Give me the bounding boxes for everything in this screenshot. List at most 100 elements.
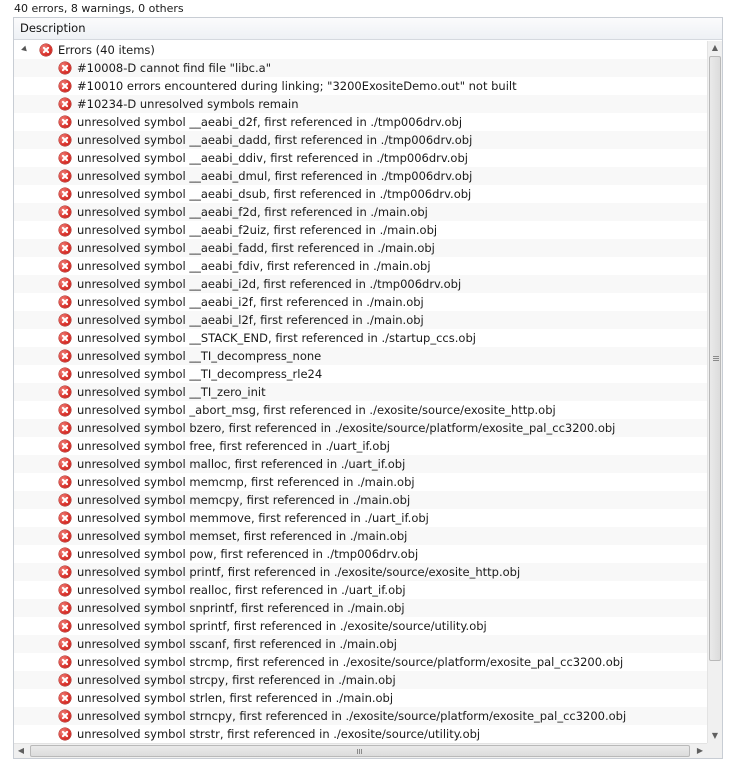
scroll-up-arrow-icon[interactable]: ▲ [708, 41, 722, 55]
error-icon [59, 224, 71, 236]
horizontal-scrollbar[interactable]: ◀ ▶ [14, 743, 707, 758]
table-row[interactable]: unresolved symbol _abort_msg, first refe… [14, 401, 707, 419]
error-icon [59, 368, 71, 380]
table-row[interactable]: unresolved symbol __aeabi_dmul, first re… [14, 167, 707, 185]
table-row[interactable]: unresolved symbol malloc, first referenc… [14, 455, 707, 473]
table-row[interactable]: unresolved symbol __TI_zero_init [14, 383, 707, 401]
row-description: unresolved symbol sscanf, first referenc… [77, 637, 397, 651]
table-row[interactable]: unresolved symbol __aeabi_dadd, first re… [14, 131, 707, 149]
scrollbar-corner [707, 743, 722, 758]
scroll-down-arrow-icon[interactable]: ▼ [708, 729, 722, 743]
row-description: unresolved symbol strcpy, first referenc… [77, 673, 396, 687]
error-icon [59, 404, 71, 416]
table-row[interactable]: unresolved symbol strstr, first referenc… [14, 725, 707, 743]
table-row[interactable]: unresolved symbol strcmp, first referenc… [14, 653, 707, 671]
table-row[interactable]: unresolved symbol __STACK_END, first ref… [14, 329, 707, 347]
table-row[interactable]: unresolved symbol sscanf, first referenc… [14, 635, 707, 653]
error-icon [59, 656, 71, 668]
problems-table: Description Errors (40 items) #10008-D c… [13, 17, 723, 759]
table-row[interactable]: unresolved symbol __aeabi_ddiv, first re… [14, 149, 707, 167]
expand-collapse-icon[interactable] [21, 45, 29, 54]
error-icon [59, 512, 71, 524]
table-row[interactable]: unresolved symbol __TI_decompress_rle24 [14, 365, 707, 383]
table-row[interactable]: unresolved symbol memcpy, first referenc… [14, 491, 707, 509]
row-description: unresolved symbol pow, first referenced … [77, 547, 419, 561]
scroll-right-arrow-icon[interactable]: ▶ [693, 744, 707, 758]
error-icon [59, 116, 71, 128]
row-description: #10234-D unresolved symbols remain [77, 97, 299, 111]
row-description: unresolved symbol __aeabi_l2f, first ref… [77, 313, 424, 327]
table-row[interactable]: unresolved symbol sprintf, first referen… [14, 617, 707, 635]
row-description: unresolved symbol memcpy, first referenc… [77, 493, 411, 507]
table-row[interactable]: unresolved symbol __aeabi_f2uiz, first r… [14, 221, 707, 239]
table-row[interactable]: unresolved symbol pow, first referenced … [14, 545, 707, 563]
row-description: #10008-D cannot find file "libc.a" [77, 61, 271, 75]
tree-group-errors[interactable]: Errors (40 items) [14, 41, 707, 59]
table-row[interactable]: unresolved symbol __aeabi_f2d, first ref… [14, 203, 707, 221]
table-body: Errors (40 items) #10008-D cannot find f… [14, 41, 707, 743]
error-icon [59, 692, 71, 704]
error-icon [59, 494, 71, 506]
horizontal-scroll-thumb[interactable] [30, 745, 690, 757]
grip-icon [357, 749, 358, 754]
scroll-left-arrow-icon[interactable]: ◀ [14, 744, 28, 758]
row-description: unresolved symbol sprintf, first referen… [77, 619, 487, 633]
table-row[interactable]: unresolved symbol __aeabi_l2f, first ref… [14, 311, 707, 329]
table-row[interactable]: unresolved symbol strlen, first referenc… [14, 689, 707, 707]
error-icon [59, 440, 71, 452]
problems-summary: 40 errors, 8 warnings, 0 others [0, 0, 734, 17]
row-description: unresolved symbol __aeabi_i2f, first ref… [77, 295, 424, 309]
table-row[interactable]: #10234-D unresolved symbols remain [14, 95, 707, 113]
row-description: unresolved symbol __TI_zero_init [77, 385, 266, 399]
error-icon [59, 170, 71, 182]
table-row[interactable]: unresolved symbol __aeabi_fadd, first re… [14, 239, 707, 257]
row-description: unresolved symbol strlen, first referenc… [77, 691, 394, 705]
row-description: unresolved symbol memset, first referenc… [77, 529, 408, 543]
error-icon [59, 710, 71, 722]
table-row[interactable]: unresolved symbol strcpy, first referenc… [14, 671, 707, 689]
row-description: unresolved symbol __aeabi_fdiv, first re… [77, 259, 431, 273]
table-row[interactable]: unresolved symbol bzero, first reference… [14, 419, 707, 437]
error-icon [59, 548, 71, 560]
row-description: unresolved symbol __aeabi_d2f, first ref… [77, 115, 463, 129]
error-icon [59, 152, 71, 164]
row-description: unresolved symbol memmove, first referen… [77, 511, 429, 525]
row-description: unresolved symbol snprintf, first refere… [77, 601, 405, 615]
row-description: unresolved symbol free, first referenced… [77, 439, 390, 453]
table-row[interactable]: #10008-D cannot find file "libc.a" [14, 59, 707, 77]
table-row[interactable]: unresolved symbol __aeabi_i2f, first ref… [14, 293, 707, 311]
table-row[interactable]: unresolved symbol free, first referenced… [14, 437, 707, 455]
error-icon [59, 62, 71, 74]
row-description: unresolved symbol strcmp, first referenc… [77, 655, 624, 669]
row-description: unresolved symbol __aeabi_fadd, first re… [77, 241, 435, 255]
error-icon [59, 728, 71, 740]
error-icon [59, 332, 71, 344]
row-description: unresolved symbol __aeabi_dsub, first re… [77, 187, 472, 201]
table-row[interactable]: unresolved symbol __TI_decompress_none [14, 347, 707, 365]
error-icon [59, 260, 71, 272]
row-description: unresolved symbol strstr, first referenc… [77, 727, 481, 741]
table-row[interactable]: unresolved symbol printf, first referenc… [14, 563, 707, 581]
row-description: unresolved symbol realloc, first referen… [77, 583, 406, 597]
table-row[interactable]: unresolved symbol memcmp, first referenc… [14, 473, 707, 491]
table-row[interactable]: unresolved symbol __aeabi_d2f, first ref… [14, 113, 707, 131]
row-description: unresolved symbol __aeabi_dadd, first re… [77, 133, 473, 147]
table-row[interactable]: unresolved symbol __aeabi_fdiv, first re… [14, 257, 707, 275]
table-header: Description [14, 18, 722, 40]
table-row[interactable]: unresolved symbol __aeabi_i2d, first ref… [14, 275, 707, 293]
error-icon [59, 476, 71, 488]
table-row[interactable]: unresolved symbol memset, first referenc… [14, 527, 707, 545]
row-description: unresolved symbol bzero, first reference… [77, 421, 616, 435]
row-description: unresolved symbol __aeabi_dmul, first re… [77, 169, 473, 183]
table-row[interactable]: #10010 errors encountered during linking… [14, 77, 707, 95]
error-icon [59, 98, 71, 110]
table-row[interactable]: unresolved symbol memmove, first referen… [14, 509, 707, 527]
column-header-description[interactable]: Description [14, 18, 707, 39]
row-description: unresolved symbol strncpy, first referen… [77, 709, 627, 723]
table-row[interactable]: unresolved symbol strncpy, first referen… [14, 707, 707, 725]
vertical-scroll-thumb[interactable] [709, 56, 721, 661]
table-row[interactable]: unresolved symbol realloc, first referen… [14, 581, 707, 599]
table-row[interactable]: unresolved symbol __aeabi_dsub, first re… [14, 185, 707, 203]
vertical-scrollbar[interactable]: ▲ ▼ [707, 41, 722, 743]
table-row[interactable]: unresolved symbol snprintf, first refere… [14, 599, 707, 617]
